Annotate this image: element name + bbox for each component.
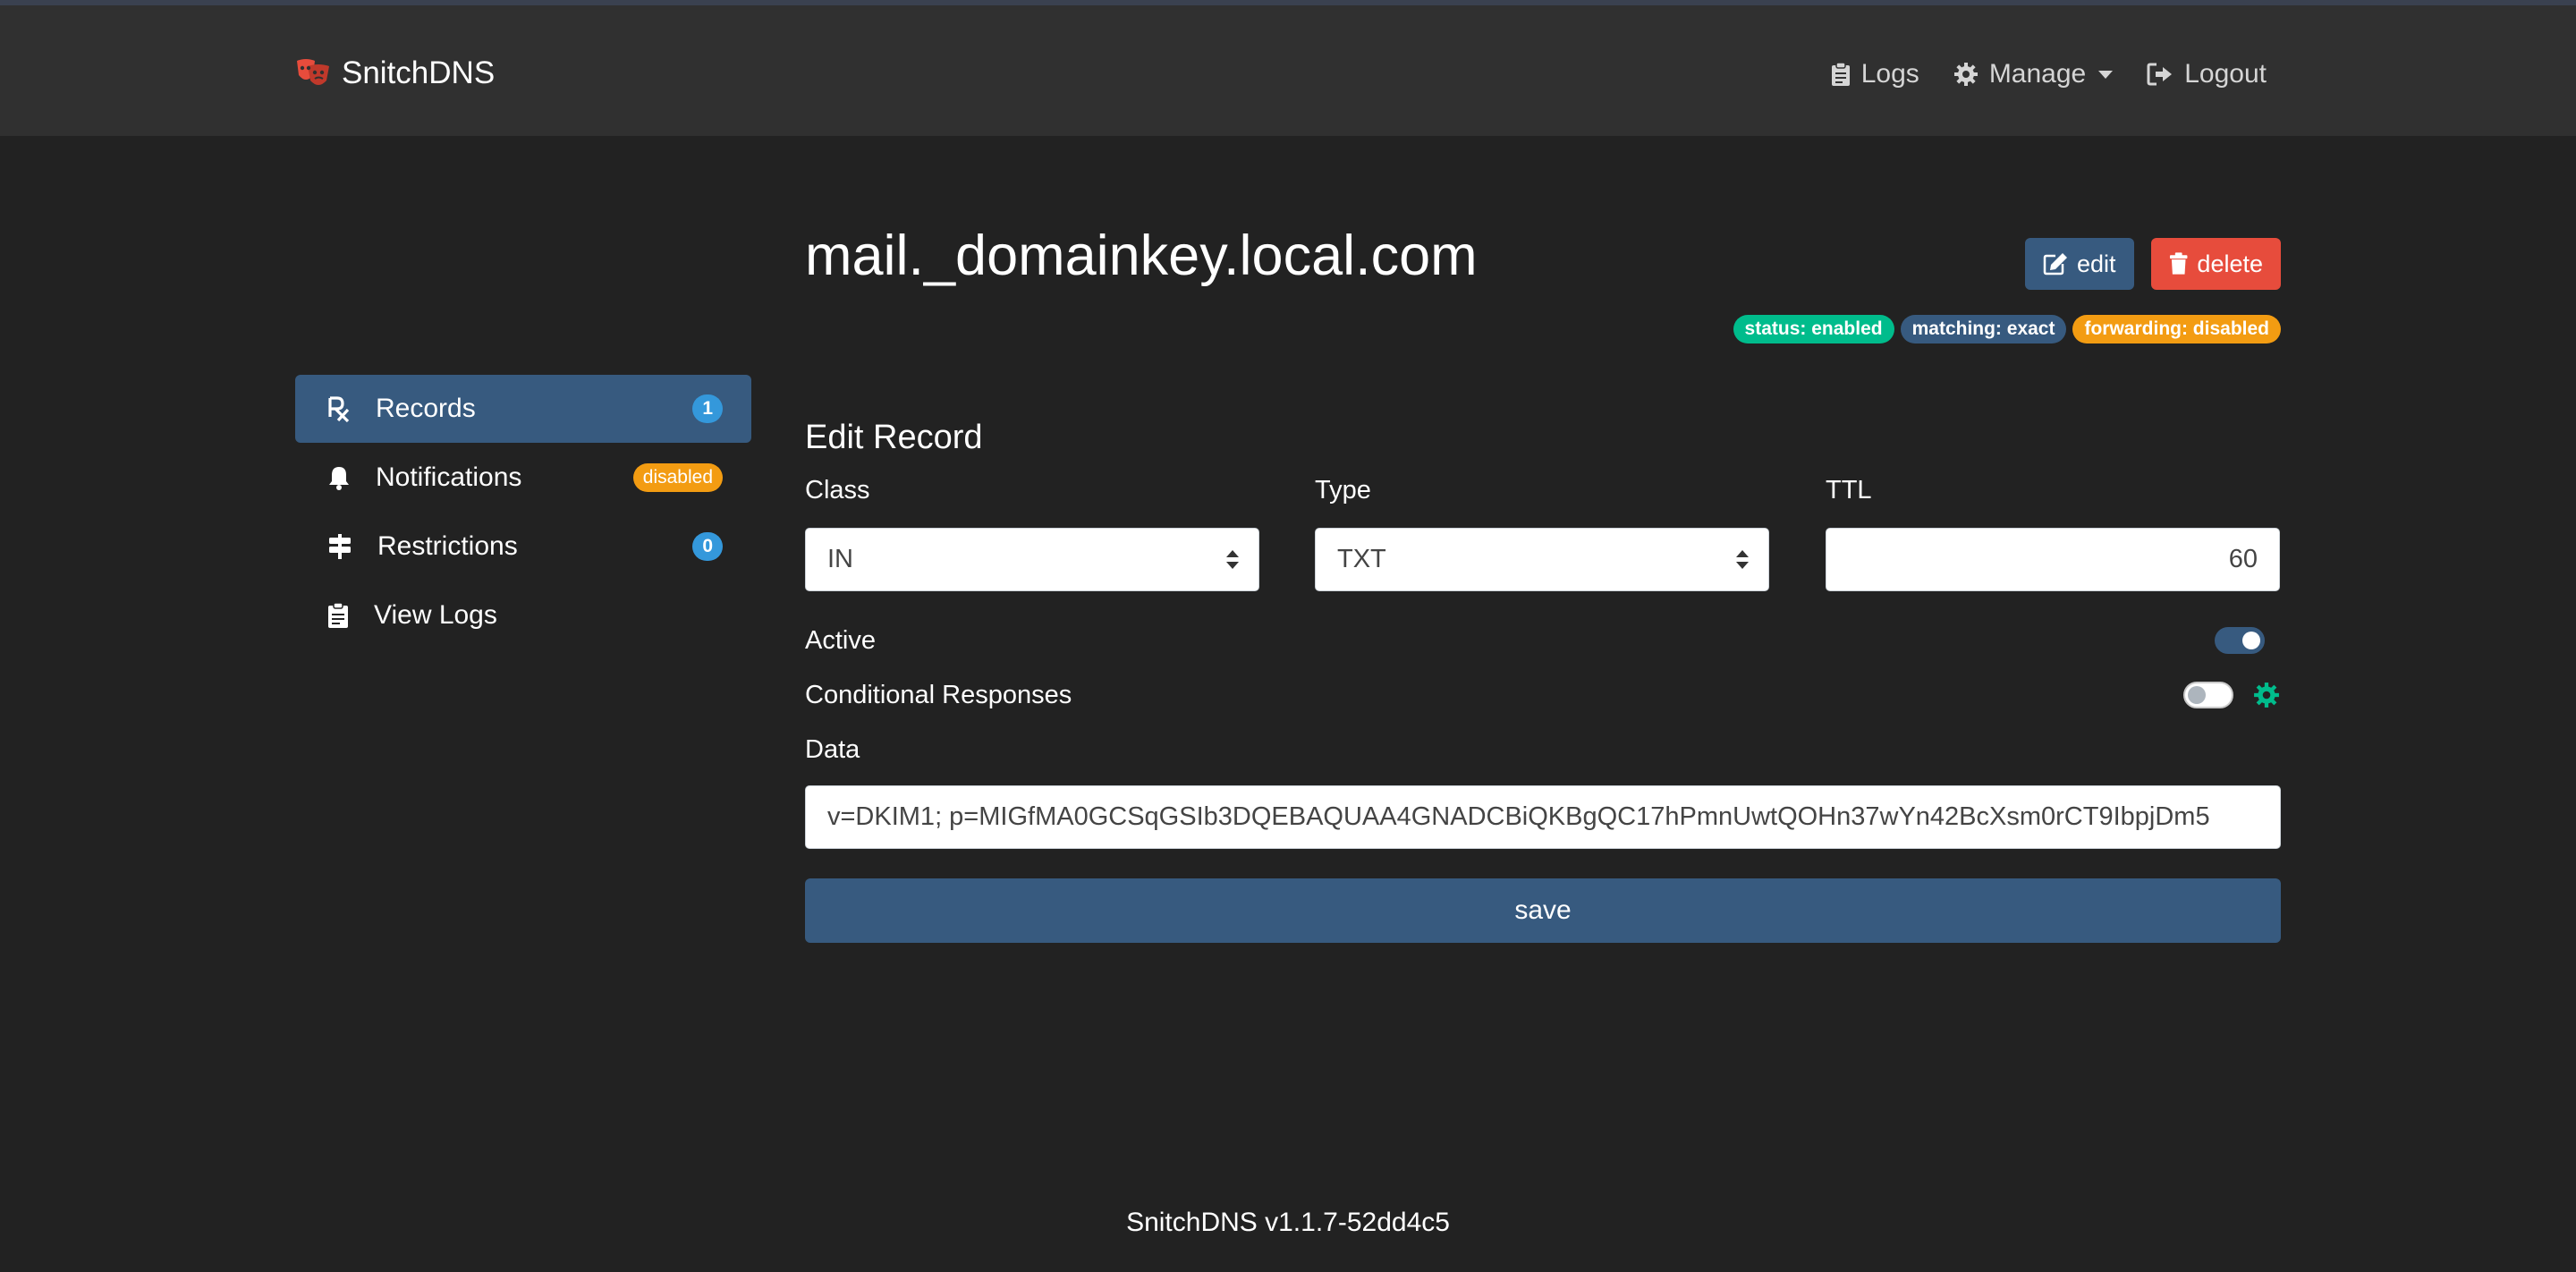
data-input[interactable]: v=DKIM1; p=MIGfMA0GCSqGSIb3DQEBAQUAA4GNA…: [805, 785, 2281, 849]
matching-badge: matching: exact: [1900, 315, 2067, 343]
brand-name: SnitchDNS: [342, 55, 496, 90]
sidebar-item-notifications[interactable]: Notifications disabled: [295, 444, 751, 512]
ttl-label: TTL: [1826, 476, 1872, 505]
type-select[interactable]: TXT: [1315, 528, 1769, 591]
data-label: Data: [805, 735, 860, 764]
brand-link[interactable]: SnitchDNS: [293, 55, 495, 91]
nav-logs-label: Logs: [1860, 59, 1919, 89]
select-arrows-icon: [1226, 550, 1239, 569]
signpost-icon: [329, 534, 351, 559]
forwarding-badge: forwarding: disabled: [2072, 315, 2281, 343]
nav-manage-label: Manage: [1988, 59, 2087, 89]
nav-logout[interactable]: Logout: [2147, 59, 2267, 89]
sidebar-item-records[interactable]: Records 1: [295, 375, 751, 443]
sidebar-item-restrictions[interactable]: Restrictions 0: [295, 513, 751, 581]
delete-button-label: delete: [2197, 250, 2263, 277]
conditional-responses-label: Conditional Responses: [805, 681, 1072, 709]
clipboard-icon: [1831, 62, 1850, 86]
record-status-badges: status: enabled matching: exact forwardi…: [1733, 315, 2281, 343]
main-nav: Logs Manage Logout: [1831, 59, 2267, 89]
theater-masks-icon: [297, 59, 329, 85]
edit-button[interactable]: edit: [2025, 238, 2134, 290]
class-label: Class: [805, 476, 870, 505]
ttl-input-value: 60: [2228, 545, 2258, 573]
sidebar-item-label: Records: [376, 394, 476, 423]
status-badge: status: enabled: [1733, 315, 1894, 343]
restrictions-count-badge: 0: [692, 532, 723, 561]
ttl-input[interactable]: 60: [1826, 528, 2280, 591]
notifications-status-badge: disabled: [632, 463, 723, 492]
sidebar-item-label: View Logs: [374, 600, 497, 630]
prescription-icon: [328, 396, 350, 422]
delete-button[interactable]: delete: [2151, 238, 2281, 290]
footer-version: SnitchDNS v1.1.7-52dd4c5: [1126, 1208, 1450, 1237]
sidebar-item-label: Notifications: [376, 462, 522, 492]
top-navbar: SnitchDNS Logs Manage Logout: [0, 0, 2576, 136]
bell-icon: [329, 467, 349, 490]
save-button-label: save: [1514, 895, 1572, 925]
sign-out-icon: [2147, 63, 2173, 86]
active-label: Active: [805, 626, 876, 655]
gear-icon: [1953, 63, 1978, 86]
active-toggle[interactable]: [2215, 627, 2265, 654]
edit-button-label: edit: [2077, 250, 2116, 277]
chevron-down-icon: [2098, 70, 2114, 79]
nav-logs[interactable]: Logs: [1831, 59, 1919, 89]
records-count-badge: 1: [692, 394, 723, 423]
edit-icon: [2043, 253, 2067, 276]
data-input-value: v=DKIM1; p=MIGfMA0GCSqGSIb3DQEBAQUAA4GNA…: [827, 802, 2210, 831]
sidebar-item-label: Restrictions: [377, 531, 518, 561]
class-select-value: IN: [827, 545, 853, 573]
sidebar-item-view-logs[interactable]: View Logs: [295, 581, 751, 649]
zone-sidebar: Records 1 Notifications disabled Restric…: [295, 375, 751, 650]
gear-icon[interactable]: [2253, 682, 2280, 708]
clipboard-icon: [328, 602, 348, 628]
type-select-value: TXT: [1337, 545, 1386, 573]
class-select[interactable]: IN: [805, 528, 1259, 591]
page-title: mail._domainkey.local.com: [805, 225, 1478, 287]
save-button[interactable]: save: [805, 878, 2281, 943]
section-title: Edit Record: [805, 419, 983, 456]
type-label: Type: [1315, 476, 1371, 505]
nav-logout-label: Logout: [2184, 59, 2267, 89]
conditional-responses-toggle[interactable]: [2183, 682, 2233, 708]
select-arrows-icon: [1736, 550, 1749, 569]
nav-manage-dropdown[interactable]: Manage: [1953, 59, 2114, 89]
trash-icon: [2169, 252, 2188, 275]
